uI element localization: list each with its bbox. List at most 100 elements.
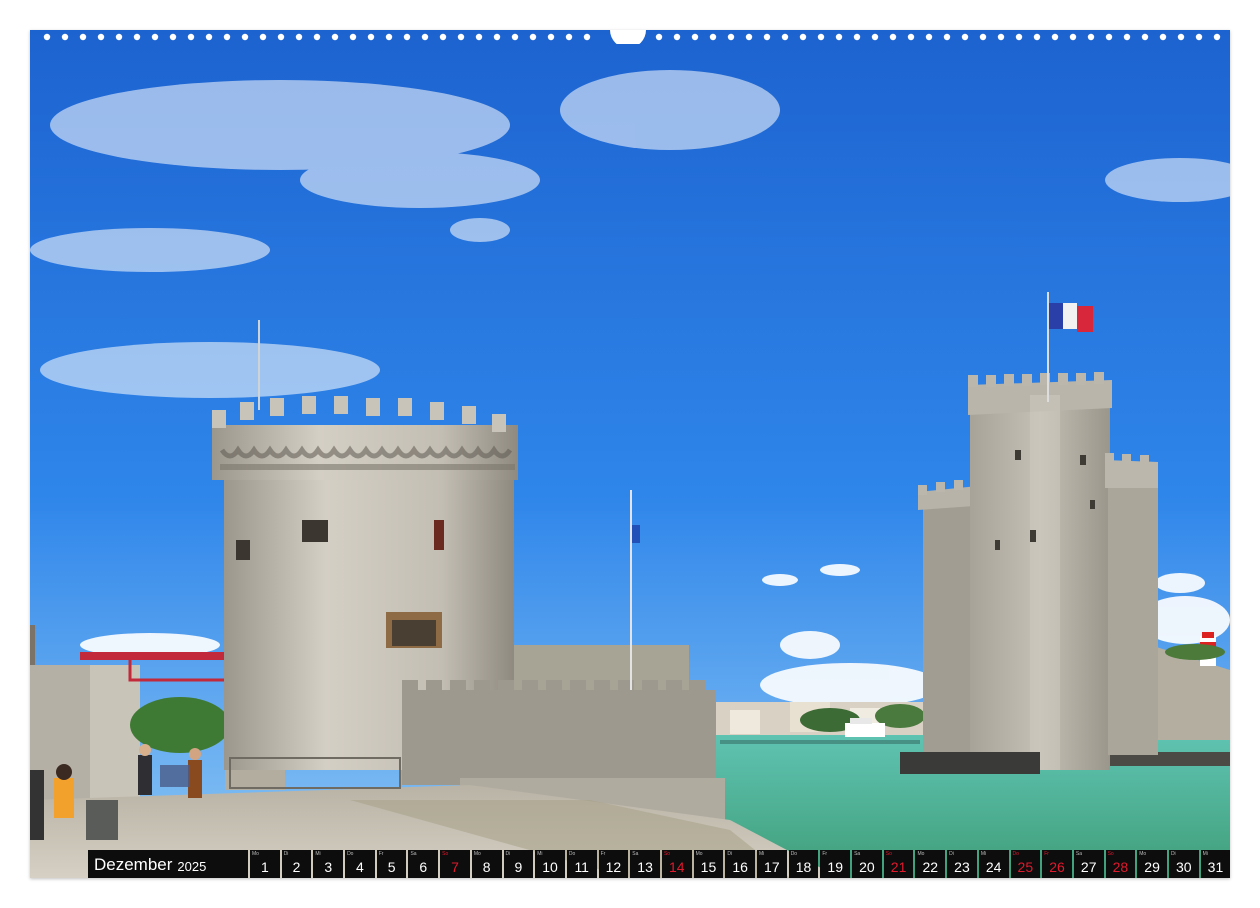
day-number: 28 bbox=[1112, 859, 1129, 875]
day-number: 30 bbox=[1175, 859, 1192, 875]
day-number: 26 bbox=[1049, 859, 1065, 875]
day-number: 17 bbox=[764, 859, 780, 875]
binding-hole bbox=[79, 33, 87, 41]
day-cell: Mi 3 bbox=[313, 850, 344, 878]
month-name: Dezember bbox=[94, 855, 173, 874]
day-weekday: Do bbox=[1012, 851, 1019, 857]
binding-hole bbox=[349, 33, 357, 41]
day-weekday: So bbox=[1107, 851, 1114, 857]
day-number: 8 bbox=[482, 859, 491, 875]
day-cell: Mi 17 bbox=[757, 850, 787, 878]
calendar-page: Dezember 2025 Mo 1 Di 2 Mi 3 Do 4 Fr 5 Sa 6 So 7 Mo 8 Di… bbox=[30, 30, 1230, 878]
day-weekday: Do bbox=[790, 851, 798, 857]
day-weekday: Sa bbox=[1075, 851, 1082, 857]
day-weekday: So bbox=[885, 851, 892, 857]
day-cell: So 14 bbox=[661, 850, 692, 878]
day-number: 25 bbox=[1017, 859, 1034, 875]
binding-hole bbox=[331, 33, 339, 41]
day-number: 2 bbox=[292, 859, 301, 875]
day-cell: Sa 20 bbox=[852, 850, 882, 878]
binding-hole bbox=[943, 33, 951, 41]
binding-hole bbox=[871, 33, 879, 41]
harbour-photo bbox=[30, 30, 1230, 878]
binding-hole bbox=[799, 33, 807, 41]
day-number: 13 bbox=[637, 859, 653, 875]
binding-hole bbox=[529, 33, 537, 41]
binding-hole bbox=[313, 33, 321, 41]
day-weekday: Fr bbox=[822, 851, 828, 857]
binding-hole bbox=[1033, 33, 1041, 41]
binding-hole bbox=[511, 33, 519, 41]
day-number: 1 bbox=[260, 859, 269, 875]
day-cell: Do 25 bbox=[1010, 850, 1041, 878]
day-number: 14 bbox=[668, 859, 685, 875]
binding-hole bbox=[43, 33, 51, 41]
binding-hole bbox=[1015, 33, 1023, 41]
day-number: 19 bbox=[827, 859, 843, 875]
binding-hole bbox=[763, 33, 771, 41]
day-cell: Fr 26 bbox=[1042, 850, 1072, 878]
binding-hole bbox=[709, 33, 717, 41]
day-weekday: Sa bbox=[632, 851, 639, 857]
binding-hole bbox=[907, 33, 915, 41]
binding-hole bbox=[889, 33, 897, 41]
day-weekday: Di bbox=[1170, 851, 1176, 857]
day-cell: Fr 5 bbox=[376, 850, 407, 878]
day-cell: So 21 bbox=[883, 850, 914, 878]
binding-hole bbox=[1105, 33, 1113, 41]
day-cell: Di 2 bbox=[281, 850, 312, 878]
day-weekday: Sa bbox=[854, 851, 861, 857]
day-cell: Do 4 bbox=[345, 850, 375, 878]
day-weekday: Do bbox=[568, 851, 576, 857]
day-weekday: Fr bbox=[1044, 851, 1049, 857]
day-cell: Di 9 bbox=[503, 850, 534, 878]
day-number: 6 bbox=[419, 859, 428, 875]
day-number: 16 bbox=[732, 859, 748, 875]
binding-hole bbox=[205, 33, 213, 41]
month-year: 2025 bbox=[177, 859, 207, 874]
binding-hole bbox=[133, 33, 141, 41]
binding-hole bbox=[979, 33, 987, 41]
day-number: 22 bbox=[922, 859, 939, 875]
day-number: 11 bbox=[574, 859, 589, 875]
binding-hole bbox=[1123, 33, 1131, 41]
spiral-binding bbox=[43, 30, 1221, 44]
day-weekday: Mi bbox=[1202, 851, 1208, 857]
day-number: 18 bbox=[795, 859, 812, 875]
day-cells: Mo 1 Di 2 Mi 3 Do 4 Fr 5 Sa 6 So 7 Mo 8 Di 9 Mi 10 Do 11 Fr 12 S… bbox=[250, 850, 1230, 878]
binding-hole bbox=[1051, 33, 1059, 41]
day-number: 23 bbox=[954, 859, 970, 875]
day-cell: Di 16 bbox=[725, 850, 755, 878]
day-cell: Mi 31 bbox=[1200, 850, 1230, 878]
day-number: 4 bbox=[356, 859, 364, 875]
day-weekday: Di bbox=[727, 851, 733, 857]
binding-hole bbox=[961, 33, 969, 41]
day-cell: Fr 19 bbox=[820, 850, 851, 878]
day-cell: Di 30 bbox=[1168, 850, 1199, 878]
binding-hole bbox=[781, 33, 789, 41]
day-cell: Mo 15 bbox=[693, 850, 724, 878]
day-weekday: Mi bbox=[759, 851, 765, 857]
day-cell: So 7 bbox=[440, 850, 470, 878]
day-weekday: Mo bbox=[1139, 851, 1147, 857]
day-number: 20 bbox=[859, 859, 875, 875]
binding-hole bbox=[1213, 33, 1221, 41]
day-number: 12 bbox=[605, 859, 622, 875]
day-cell: Sa 27 bbox=[1073, 850, 1104, 878]
binding-hole bbox=[475, 33, 483, 41]
day-number: 24 bbox=[985, 859, 1002, 875]
binding-hole bbox=[421, 33, 429, 41]
day-number: 29 bbox=[1144, 859, 1160, 875]
day-cell: Mo 8 bbox=[471, 850, 502, 878]
binding-hole bbox=[187, 33, 195, 41]
day-weekday: So bbox=[663, 851, 671, 857]
day-cell: Mi 24 bbox=[978, 850, 1009, 878]
binding-hole bbox=[1141, 33, 1149, 41]
day-cell: Mi 10 bbox=[535, 850, 565, 878]
day-weekday: Mo bbox=[695, 851, 703, 857]
day-number: 9 bbox=[514, 859, 523, 875]
binding-hole bbox=[151, 33, 159, 41]
binding-hole bbox=[439, 33, 447, 41]
day-weekday: Mi bbox=[980, 851, 987, 857]
day-weekday: Di bbox=[283, 851, 289, 857]
